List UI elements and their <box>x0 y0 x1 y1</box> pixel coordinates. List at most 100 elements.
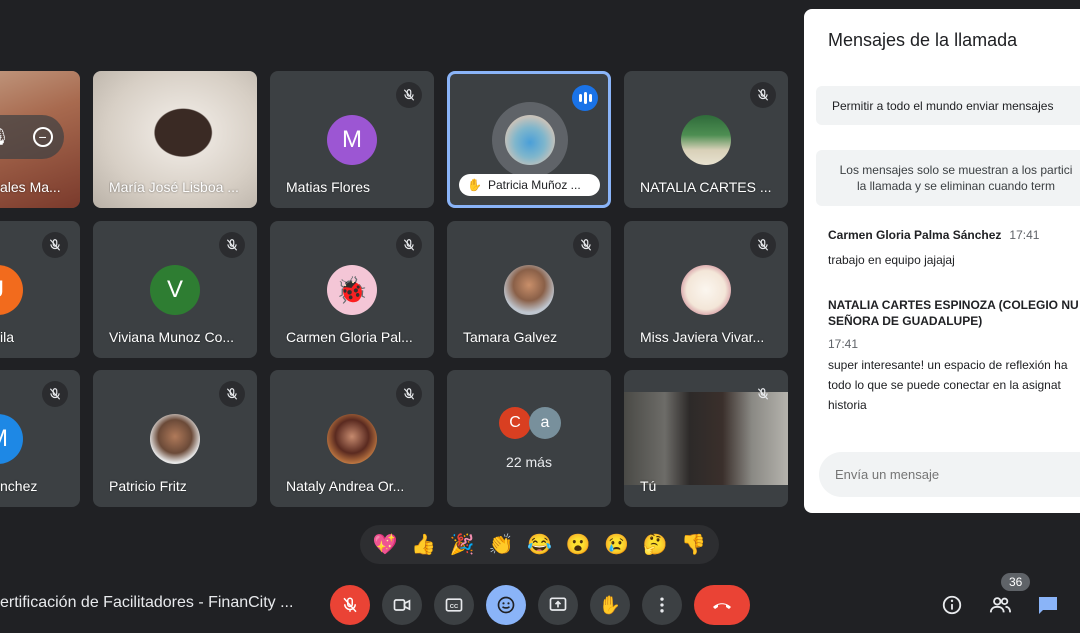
allow-messages-toggle[interactable]: Permitir a todo el mundo enviar mensajes <box>816 86 1080 125</box>
message-line: super interesante! un espacio de reflexi… <box>828 358 1068 372</box>
reaction-party[interactable]: 🎉 <box>450 532 475 557</box>
participants-button[interactable] <box>985 590 1015 620</box>
participant-tile[interactable]: Tamara Galvez <box>447 221 611 358</box>
message-author: NATALIA CARTES ESPINOZA (COLEGIO NU <box>828 298 1079 312</box>
reaction-clap[interactable]: 👏 <box>488 532 513 557</box>
message-text: trabajo en equipo jajajaj <box>828 253 955 267</box>
more-options-button[interactable] <box>642 585 682 625</box>
chat-panel: Mensajes de la llamada Permitir a todo e… <box>804 9 1080 513</box>
meet-call-screen: 🎙 − ales Ma... María José Lisboa ... M M… <box>0 0 1080 633</box>
emoji-icon <box>497 596 515 614</box>
videocam-icon <box>393 599 411 611</box>
message-time: 17:41 <box>828 337 859 351</box>
message-author: Carmen Gloria Palma Sánchez <box>828 228 1002 242</box>
raised-hand-label: ✋ Patricia Muñoz ... <box>459 174 600 196</box>
self-tile[interactable]: Tú <box>624 370 788 507</box>
mic-off-icon <box>219 381 245 407</box>
avatar: a <box>529 407 561 439</box>
mic-off-icon <box>42 381 68 407</box>
participant-name: NATALIA CARTES ... <box>640 179 772 195</box>
message-line: todo lo que se puede conectar en la asig… <box>828 378 1061 392</box>
participant-tile[interactable]: M Matias Flores <box>270 71 434 208</box>
avatar: J <box>0 265 23 315</box>
mic-off-icon <box>396 381 422 407</box>
audio-level-icon <box>572 85 598 111</box>
chat-info-notice: Los mensajes solo se muestran a los part… <box>816 150 1080 206</box>
participant-tile[interactable]: Miss Javiera Vivar... <box>624 221 788 358</box>
avatar <box>681 115 731 165</box>
svg-text:CC: CC <box>450 604 459 610</box>
mic-off-icon <box>573 232 599 258</box>
reaction-laugh[interactable]: 😂 <box>527 532 552 557</box>
info-icon <box>942 595 962 615</box>
participant-name: Patricio Fritz <box>109 478 187 494</box>
emoji-button[interactable] <box>486 585 526 625</box>
pin-controls: 🎙 − <box>0 115 64 159</box>
participant-tile[interactable]: V Viviana Munoz Co... <box>93 221 257 358</box>
reaction-heart[interactable]: 💖 <box>373 532 398 557</box>
participant-name: Miss Javiera Vivar... <box>640 329 765 345</box>
participant-tile[interactable]: NATALIA CARTES ... <box>624 71 788 208</box>
chat-message-input[interactable] <box>819 452 1080 497</box>
meeting-details-button[interactable] <box>937 590 967 620</box>
mic-toggle-button[interactable] <box>330 585 370 625</box>
participant-name: nchez <box>0 478 38 494</box>
present-button[interactable] <box>538 585 578 625</box>
message-header: Carmen Gloria Palma Sánchez 17:41 <box>828 228 1080 242</box>
participant-tile[interactable]: 🎙 − ales Ma... <box>0 71 80 208</box>
chat-button[interactable] <box>1033 590 1063 620</box>
avatar <box>681 265 731 315</box>
mic-icon[interactable]: 🎙 <box>0 127 10 147</box>
avatar <box>505 115 555 165</box>
mic-off-icon <box>396 82 422 108</box>
remove-icon[interactable]: − <box>32 127 53 147</box>
reaction-sad[interactable]: 😢 <box>604 532 629 557</box>
reaction-thinking[interactable]: 🤔 <box>643 532 668 557</box>
chat-panel-title: Mensajes de la llamada <box>828 30 1018 50</box>
participant-name: Patricia Muñoz ... <box>487 178 581 192</box>
participant-name: Tamara Galvez <box>463 329 558 345</box>
participant-name: ila <box>0 329 15 345</box>
leave-call-button[interactable] <box>694 585 750 625</box>
camera-toggle-button[interactable] <box>382 585 422 625</box>
reaction-thumbs-down[interactable]: 👎 <box>681 532 706 557</box>
mic-off-icon <box>219 232 245 258</box>
raise-hand-icon: ✋ <box>467 178 482 192</box>
message-author: SEÑORA DE GUADALUPE) <box>828 314 983 328</box>
participant-name: Carmen Gloria Pal... <box>286 329 413 345</box>
raise-hand-icon: ✋ <box>598 594 622 615</box>
closed-captions-icon: CC <box>445 598 463 612</box>
participant-tile[interactable]: 🐞 Carmen Gloria Pal... <box>270 221 434 358</box>
participant-tile[interactable]: Nataly Andrea Or... <box>270 370 434 507</box>
reaction-thumbs-up[interactable]: 👍 <box>411 532 436 557</box>
raise-hand-button[interactable]: ✋ <box>590 585 630 625</box>
mic-off-icon <box>750 232 776 258</box>
more-participants-tile[interactable]: C a 22 más <box>447 370 611 507</box>
avatar <box>150 414 200 464</box>
participant-count-badge: 36 <box>1001 573 1031 591</box>
participant-tile[interactable]: J ila <box>0 221 80 358</box>
participant-name: María José Lisboa ... <box>109 179 239 195</box>
message-text: super interesante! un espacio de reflexi… <box>828 355 1080 415</box>
avatar <box>327 414 377 464</box>
participant-tile-active[interactable]: ✋ Patricia Muñoz ... <box>447 71 611 208</box>
mic-off-icon <box>750 82 776 108</box>
meeting-title: ertificación de Facilitadores - FinanCit… <box>0 594 294 611</box>
participant-tile[interactable]: M nchez <box>0 370 80 507</box>
people-icon <box>989 597 1011 613</box>
chat-icon <box>1039 597 1057 614</box>
mic-off-icon <box>750 381 776 407</box>
chat-info-line: la llamada y se eliminan cuando term <box>856 179 1056 193</box>
participant-name: Tú <box>640 478 657 494</box>
more-vert-icon <box>660 597 664 613</box>
captions-button[interactable]: CC <box>434 585 474 625</box>
call-end-icon <box>713 603 731 609</box>
mic-off-icon <box>396 232 422 258</box>
message-line: historia <box>828 398 867 412</box>
present-screen-icon <box>549 597 567 611</box>
reaction-surprised[interactable]: 😮 <box>566 532 591 557</box>
participant-name: Nataly Andrea Or... <box>286 478 405 494</box>
participant-tile[interactable]: María José Lisboa ... <box>93 71 257 208</box>
participant-tile[interactable]: Patricio Fritz <box>93 370 257 507</box>
avatar: V <box>150 265 200 315</box>
